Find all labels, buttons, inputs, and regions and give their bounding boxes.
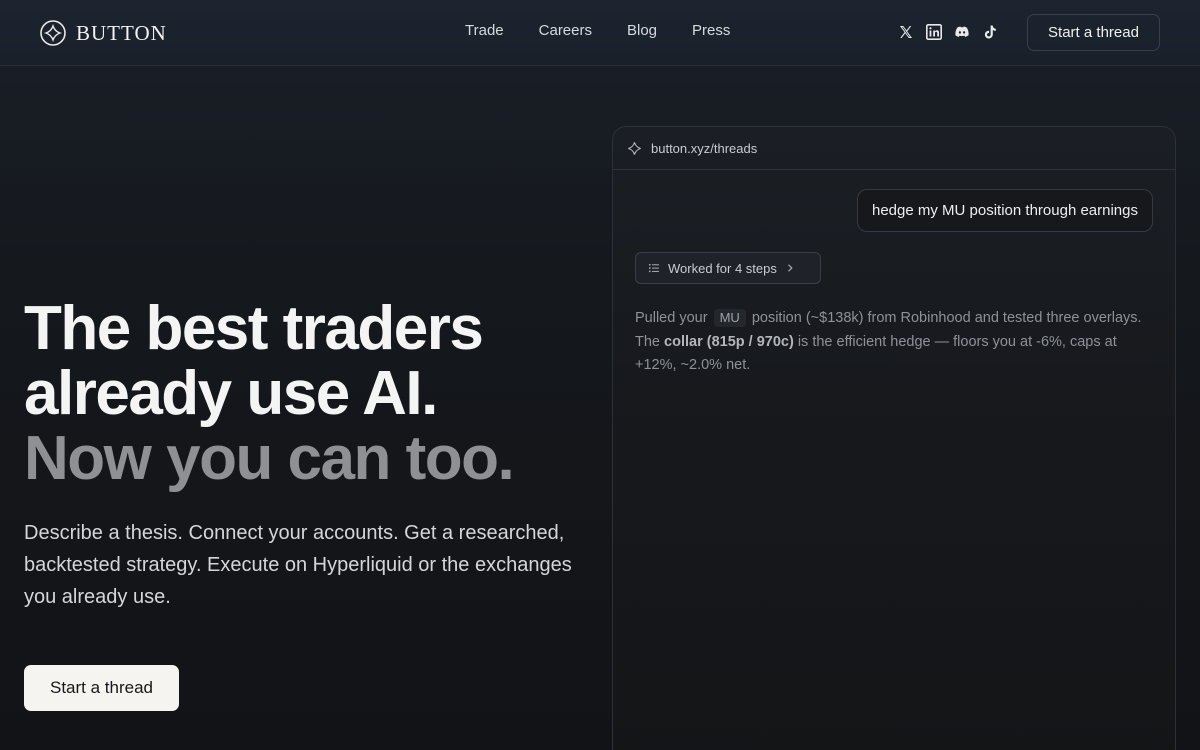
brand-name: BUTTON (76, 20, 167, 45)
nav-link-blog[interactable]: Blog (627, 22, 657, 39)
discord-icon[interactable] (954, 22, 970, 42)
list-icon (649, 264, 659, 273)
ticker-badge: MU (713, 309, 746, 327)
hero-start-thread-button[interactable]: Start a thread (24, 665, 179, 711)
x-icon[interactable] (898, 22, 914, 42)
social-links (898, 22, 998, 42)
assistant-answer: Pulled your MU position (~$138k) from Ro… (635, 307, 1155, 378)
nav-link-press[interactable]: Press (692, 22, 730, 39)
user-message-bubble: hedge my MU position through earnings (857, 189, 1153, 232)
tiktok-icon[interactable] (982, 22, 998, 42)
thread-address-bar: button.xyz/threads (613, 127, 1175, 170)
main-nav: Trade Careers Blog Press (465, 22, 730, 39)
hero-title-line-2: already use AI. (24, 359, 438, 428)
hero-description: Describe a thesis. Connect your accounts… (24, 522, 572, 608)
thread-url: button.xyz/threads (651, 140, 758, 156)
nav-link-trade[interactable]: Trade (465, 22, 504, 39)
nav-link-careers[interactable]: Careers (539, 22, 592, 39)
worked-steps-toggle[interactable]: Worked for 4 steps (635, 252, 821, 284)
chevron-right-icon (787, 264, 793, 272)
hero-title-line-1: The best traders (24, 294, 484, 363)
answer-text-1: Pulled your (635, 310, 708, 326)
button-logo-icon (40, 20, 66, 46)
landing-page: BUTTON Trade Careers Blog Press Start a … (0, 0, 1200, 750)
answer-highlight: collar (815p / 970c) (664, 333, 794, 350)
linkedin-icon[interactable] (926, 22, 942, 42)
hero-title-line-3: Now you can too. (24, 424, 515, 493)
worked-steps-label: Worked for 4 steps (668, 260, 777, 276)
site-header: BUTTON Trade Careers Blog Press Start a … (0, 0, 1200, 66)
hero-title: The best traders already use AI. Now you… (24, 296, 584, 491)
brand-logo[interactable]: BUTTON (40, 19, 167, 47)
thread-preview-panel: button.xyz/threads hedge my MU position … (612, 126, 1176, 750)
button-logo-icon (627, 140, 642, 156)
header-start-thread-button[interactable]: Start a thread (1027, 14, 1160, 51)
